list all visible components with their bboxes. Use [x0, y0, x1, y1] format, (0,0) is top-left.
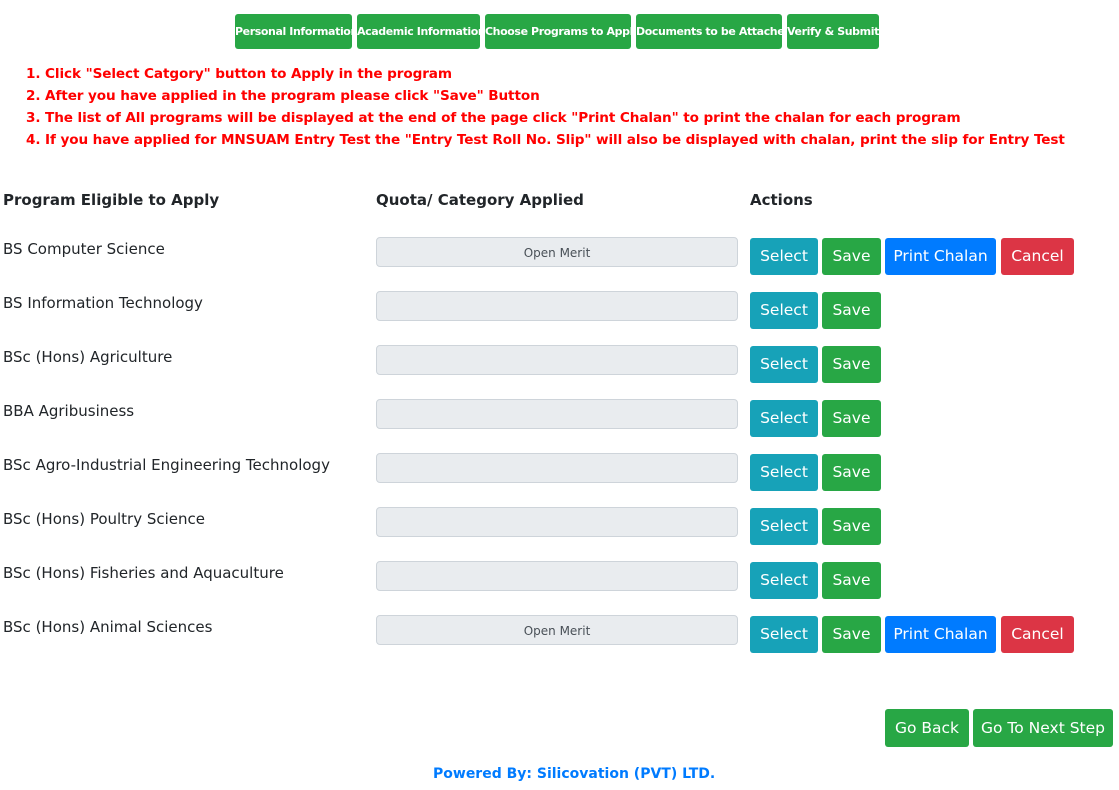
select-button[interactable]: Select: [750, 454, 818, 491]
next-step-button[interactable]: Go To Next Step: [973, 709, 1113, 747]
save-button[interactable]: Save: [822, 562, 881, 599]
quota-field[interactable]: Open Merit: [376, 615, 738, 645]
save-button[interactable]: Save: [822, 400, 881, 437]
program-name: BSc (Hons) Fisheries and Aquaculture: [3, 564, 284, 582]
program-name: BBA Agribusiness: [3, 402, 135, 420]
select-button[interactable]: Select: [750, 346, 818, 383]
header-actions: Actions: [750, 191, 813, 209]
save-button[interactable]: Save: [822, 508, 881, 545]
tab-verify-submit[interactable]: Verify & Submit: [787, 14, 879, 49]
program-row: BSc (Hons) Animal Sciences Open Merit Se…: [0, 615, 1119, 653]
save-button[interactable]: Save: [822, 454, 881, 491]
footer-powered-by: Powered By: Silicovation (PVT) LTD.: [433, 766, 716, 782]
program-row: BSc (Hons) Poultry Science Select Save: [0, 507, 1119, 545]
program-row: BBA Agribusiness Select Save: [0, 399, 1119, 437]
save-button[interactable]: Save: [822, 346, 881, 383]
instruction-item: 3. The list of All programs will be disp…: [26, 110, 961, 126]
save-button[interactable]: Save: [822, 292, 881, 329]
program-name: BSc (Hons) Poultry Science: [3, 510, 206, 528]
instruction-item: 4. If you have applied for MNSUAM Entry …: [26, 132, 1065, 148]
program-row: BSc Agro-Industrial Engineering Technolo…: [0, 453, 1119, 491]
select-button[interactable]: Select: [750, 508, 818, 545]
program-name: BSc (Hons) Animal Sciences: [3, 618, 213, 636]
quota-field[interactable]: [376, 399, 738, 429]
instructions-list: 1. Click "Select Catgory" button to Appl…: [26, 63, 1065, 151]
print-chalan-button[interactable]: Print Chalan: [885, 238, 996, 275]
step-tabs: Personal Information Academic Informatio…: [235, 14, 879, 49]
program-row: BSc (Hons) Fisheries and Aquaculture Sel…: [0, 561, 1119, 599]
instruction-item: 1. Click "Select Catgory" button to Appl…: [26, 66, 452, 82]
program-row: BS Computer Science Open Merit Select Sa…: [0, 237, 1119, 275]
go-back-button[interactable]: Go Back: [885, 709, 969, 747]
program-name: BSc Agro-Industrial Engineering Technolo…: [3, 456, 330, 474]
select-button[interactable]: Select: [750, 616, 818, 653]
header-quota: Quota/ Category Applied: [376, 191, 584, 209]
header-program: Program Eligible to Apply: [3, 191, 220, 209]
tab-documents[interactable]: Documents to be Attached: [636, 14, 792, 49]
quota-field[interactable]: [376, 561, 738, 591]
select-button[interactable]: Select: [750, 562, 818, 599]
tab-academic-information[interactable]: Academic Information: [357, 14, 486, 49]
print-chalan-button[interactable]: Print Chalan: [885, 616, 996, 653]
program-row: BS Information Technology Select Save: [0, 291, 1119, 329]
save-button[interactable]: Save: [822, 616, 881, 653]
cancel-button[interactable]: Cancel: [1001, 238, 1074, 275]
select-button[interactable]: Select: [750, 238, 818, 275]
select-button[interactable]: Select: [750, 400, 818, 437]
quota-field[interactable]: [376, 507, 738, 537]
program-row: BSc (Hons) Agriculture Select Save: [0, 345, 1119, 383]
tab-choose-programs[interactable]: Choose Programs to Apply: [485, 14, 640, 49]
program-name: BSc (Hons) Agriculture: [3, 348, 173, 366]
cancel-button[interactable]: Cancel: [1001, 616, 1074, 653]
quota-field[interactable]: [376, 345, 738, 375]
instruction-item: 2. After you have applied in the program…: [26, 88, 540, 104]
quota-field[interactable]: Open Merit: [376, 237, 738, 267]
save-button[interactable]: Save: [822, 238, 881, 275]
tab-personal-information[interactable]: Personal Information: [235, 14, 358, 49]
quota-field[interactable]: [376, 291, 738, 321]
quota-field[interactable]: [376, 453, 738, 483]
program-name: BS Computer Science: [3, 240, 165, 258]
program-name: BS Information Technology: [3, 294, 203, 312]
select-button[interactable]: Select: [750, 292, 818, 329]
